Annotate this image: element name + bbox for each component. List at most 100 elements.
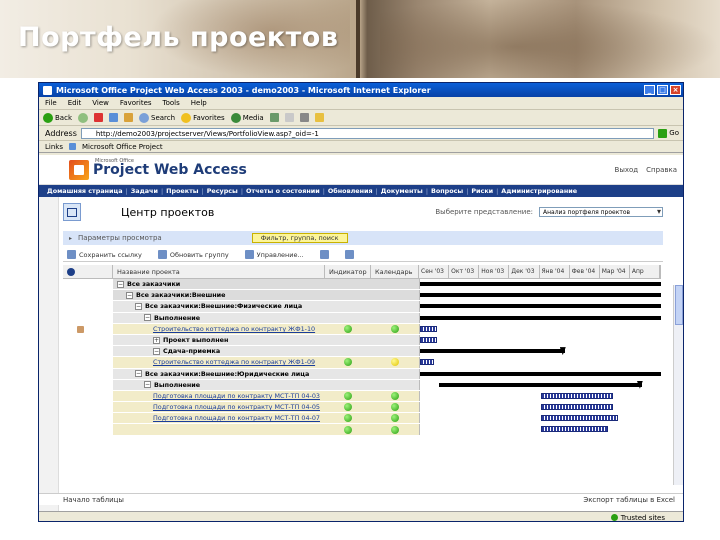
nav-updates[interactable]: Обновления: [328, 187, 373, 195]
indicator-cell: [325, 402, 371, 413]
zoom-in-button[interactable]: [319, 250, 329, 259]
back-button[interactable]: Back: [43, 112, 72, 123]
table-row[interactable]: Подготовка площади по контракту МСТ-ТП 0…: [63, 390, 661, 403]
table-row[interactable]: − Все заказчики:Внешние: [63, 290, 661, 302]
info-icon: [67, 267, 75, 276]
view-select[interactable]: Анализ портфеля проектов: [539, 207, 663, 217]
filter-group-search-tab[interactable]: Фильтр, группа, поиск: [251, 233, 348, 243]
collapse-icon[interactable]: −: [117, 280, 124, 288]
expand-arrow-icon[interactable]: ▸: [69, 235, 72, 242]
menu-file[interactable]: File: [45, 99, 57, 107]
search-button[interactable]: Search: [139, 112, 175, 123]
task-bar: [540, 392, 613, 399]
table-row[interactable]: Строительство коттеджа по контракту ЖФ1-…: [63, 357, 661, 369]
table-row[interactable]: − Все заказчики: [63, 279, 661, 291]
table-row[interactable]: − Выполнение: [63, 312, 661, 324]
calendar-column-header[interactable]: Календарь: [371, 265, 419, 278]
maximize-button[interactable]: □: [657, 85, 668, 95]
logout-link[interactable]: Выход: [615, 166, 639, 174]
project-link[interactable]: Подготовка площади по контракту МСТ-ТП 0…: [153, 392, 320, 400]
history-button[interactable]: [269, 113, 279, 122]
nav-home[interactable]: Домашняя страница: [47, 187, 123, 195]
address-input[interactable]: http://demo2003/projectserver/Views/Port…: [80, 127, 655, 139]
left-strip: [39, 197, 59, 521]
project-link[interactable]: Строительство коттеджа по контракту ЖФ1-…: [153, 358, 315, 366]
collapse-icon[interactable]: −: [144, 314, 151, 322]
table-row[interactable]: − Выполнение: [63, 379, 661, 391]
menu-favorites[interactable]: Favorites: [120, 99, 152, 107]
menu-tools[interactable]: Tools: [163, 99, 180, 107]
summary-bar: [420, 315, 661, 320]
gantt-cell: [419, 301, 661, 312]
print-icon: [299, 113, 309, 122]
name-cell: Подготовка площади по контракту МСТ-ТП 0…: [113, 390, 325, 402]
table-row[interactable]: − Все заказчики:Внешние:Юридические лица: [63, 368, 661, 380]
collapse-icon[interactable]: −: [153, 347, 160, 355]
scroll-thumb[interactable]: [675, 285, 683, 325]
view-options-label[interactable]: Параметры просмотра: [78, 234, 162, 242]
nav-issues[interactable]: Вопросы: [431, 187, 463, 195]
favorites-label: Favorites: [193, 113, 225, 122]
nav-resources[interactable]: Ресурсы: [207, 187, 238, 195]
nav-admin[interactable]: Администрирование: [501, 187, 577, 195]
favorites-button[interactable]: Favorites: [181, 112, 225, 123]
row-icons-cell: [63, 413, 113, 424]
menu-help[interactable]: Help: [191, 99, 207, 107]
name-cell: Строительство коттеджа по контракту ЖФ1-…: [113, 357, 325, 368]
project-link[interactable]: Подготовка площади по контракту МСТ-ТП 0…: [153, 403, 320, 411]
links-item[interactable]: Microsoft Office Project: [82, 143, 163, 151]
project-link[interactable]: Подготовка площади по контракту МСТ-ТП 0…: [153, 414, 320, 422]
expand-icon[interactable]: +: [153, 336, 160, 344]
table-row[interactable]: [63, 424, 661, 436]
table-row[interactable]: + Проект выполнен: [63, 334, 661, 347]
nav-tasks[interactable]: Задачи: [131, 187, 158, 195]
menu-view[interactable]: View: [92, 99, 109, 107]
nav-status-reports[interactable]: Отчеты о состоянии: [246, 187, 320, 195]
table-row[interactable]: Подготовка площади по контракту МСТ-ТП 0…: [63, 402, 661, 414]
collapse-icon[interactable]: −: [144, 381, 151, 389]
help-link[interactable]: Справка: [646, 166, 677, 174]
stop-button[interactable]: [94, 113, 103, 122]
table-row[interactable]: Подготовка площади по контракту МСТ-ТП 0…: [63, 413, 661, 425]
project-icon: [77, 325, 84, 333]
folder-button[interactable]: [314, 113, 324, 122]
table-start-link[interactable]: Начало таблицы: [63, 496, 124, 504]
collapse-icon[interactable]: −: [135, 302, 142, 310]
status-dot-icon: [344, 324, 352, 333]
table-row[interactable]: Строительство коттеджа по контракту ЖФ1-…: [63, 323, 661, 335]
refresh-group-button[interactable]: Обновить группу: [157, 250, 229, 259]
export-excel-link[interactable]: Экспорт таблицы в Excel: [583, 496, 675, 504]
go-button[interactable]: Go: [658, 128, 679, 138]
collapse-icon[interactable]: −: [126, 291, 133, 299]
table-row[interactable]: − Сдача-приемка: [63, 346, 661, 358]
indicator-column-header[interactable]: Индикатор: [325, 265, 371, 278]
portfolio-grid: Название проекта Индикатор Календарь Сен…: [63, 265, 661, 521]
close-button[interactable]: ×: [670, 85, 681, 95]
nav-risks[interactable]: Риски: [471, 187, 493, 195]
name-column-header[interactable]: Название проекта: [113, 265, 325, 278]
zoom-out-button[interactable]: [344, 250, 354, 259]
nav-projects[interactable]: Проекты: [166, 187, 198, 195]
media-button[interactable]: Media: [230, 112, 264, 123]
name-cell: + Проект выполнен: [113, 334, 325, 346]
info-column-header: [63, 265, 113, 278]
minimize-button[interactable]: _: [644, 85, 655, 95]
star-icon: [181, 112, 192, 123]
mail-button[interactable]: [284, 113, 294, 122]
vertical-scrollbar[interactable]: [673, 285, 683, 485]
forward-button[interactable]: [78, 112, 88, 123]
checkmark-icon: [610, 514, 618, 521]
manage-button[interactable]: Управление...: [244, 250, 304, 259]
print-button[interactable]: [299, 113, 309, 122]
home-button[interactable]: [124, 113, 133, 122]
save-link-button[interactable]: Сохранить ссылку: [67, 250, 142, 259]
browser-titlebar[interactable]: Microsoft Office Project Web Access 2003…: [39, 83, 683, 97]
nav-documents[interactable]: Документы: [381, 187, 423, 195]
project-link[interactable]: Строительство коттеджа по контракту ЖФ1-…: [153, 325, 315, 333]
media-label: Media: [242, 113, 264, 122]
name-cell: [113, 424, 325, 435]
refresh-button[interactable]: [109, 113, 118, 122]
menu-edit[interactable]: Edit: [68, 99, 82, 107]
table-row[interactable]: − Все заказчики:Внешние:Физические лица: [63, 301, 661, 313]
collapse-icon[interactable]: −: [135, 370, 142, 378]
